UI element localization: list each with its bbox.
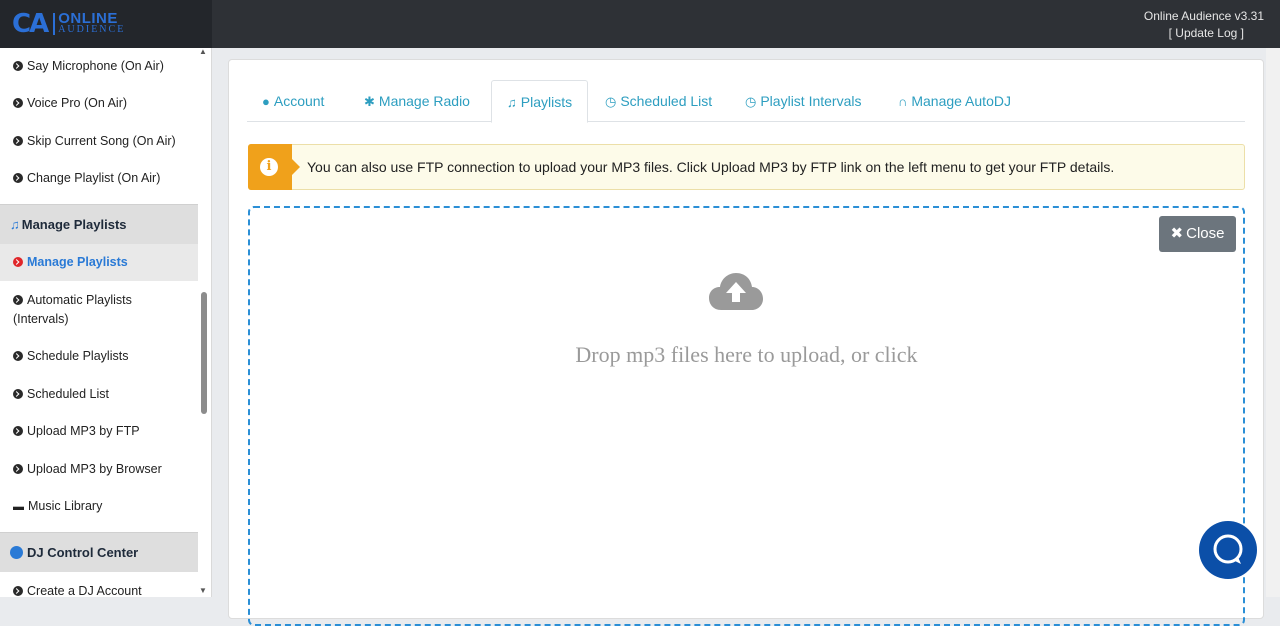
version-info: Online Audience v3.31 [ Update Log ] (1144, 8, 1264, 42)
gear-icon: ✱ (364, 94, 375, 109)
chat-bubble-icon (1213, 534, 1243, 564)
logo-mark: CA (12, 9, 49, 39)
tab-playlists[interactable]: ♫ Playlists (491, 80, 589, 123)
sidebar-scrollbar[interactable]: ▲ ▼ (199, 48, 209, 597)
sidebar-item-music-library[interactable]: ▬ Music Library (0, 497, 198, 517)
chevron-circle-icon (13, 173, 23, 183)
chevron-circle-icon (13, 351, 23, 361)
cloud-upload-icon (709, 273, 763, 310)
sidebar-section-dj-control[interactable]: DJ Control Center (0, 532, 198, 572)
chevron-circle-icon (13, 426, 23, 436)
chevron-circle-icon (13, 61, 23, 71)
scroll-up-icon[interactable]: ▲ (199, 48, 207, 56)
alert-icon-box: i (248, 144, 300, 190)
alert-text: You can also use FTP connection to uploa… (307, 159, 1115, 175)
info-icon: i (260, 158, 278, 176)
mp3-dropzone[interactable]: ✖ Close Drop mp3 files here to upload, or… (248, 206, 1245, 626)
sidebar-item-automatic-playlists[interactable]: Automatic Playlists (Intervals) (0, 291, 150, 329)
ftp-info-alert: i You can also use FTP connection to upl… (248, 144, 1245, 190)
chevron-circle-icon (13, 295, 23, 305)
update-log-link[interactable]: [ Update Log ] (1144, 25, 1244, 42)
sidebar-item-skip-song[interactable]: Skip Current Song (On Air) (0, 132, 198, 151)
headphones-icon: ∩ (898, 94, 908, 109)
tab-playlist-intervals[interactable]: ◷ Playlist Intervals (730, 80, 877, 122)
tab-manage-radio[interactable]: ✱ Manage Radio (349, 80, 485, 122)
sidebar-item-change-playlist[interactable]: Change Playlist (On Air) (0, 169, 198, 188)
sidebar-item-schedule-playlists[interactable]: Schedule Playlists (0, 347, 198, 366)
logo-area: CA ONLINE AUDIENCE (0, 0, 212, 48)
sidebar-item-create-dj[interactable]: Create a DJ Account (0, 582, 198, 597)
chevron-circle-icon (13, 586, 23, 596)
tab-bar: ● Account ✱ Manage Radio ♫ Playlists ◷ Sched… (247, 80, 1245, 123)
sidebar-section-manage-playlists[interactable]: ♫ Manage Playlists (0, 204, 198, 244)
close-icon: ✖ (1170, 225, 1184, 242)
close-button[interactable]: ✖ Close (1159, 216, 1236, 252)
sidebar-item-voice-pro[interactable]: Voice Pro (On Air) (0, 94, 198, 113)
sidebar-item-say-microphone[interactable]: Say Microphone (On Air) (0, 57, 198, 76)
scroll-down-icon[interactable]: ▼ (199, 586, 207, 595)
main-panel: ● Account ✱ Manage Radio ♫ Playlists ◷ Sched… (228, 59, 1264, 626)
dropzone-message: Drop mp3 files here to upload, or click (575, 342, 918, 367)
sidebar-item-upload-browser[interactable]: Upload MP3 by Browser (0, 460, 198, 479)
sidebar-item-scheduled-list[interactable]: Scheduled List (0, 385, 198, 404)
logo-line1: ONLINE (58, 10, 118, 27)
chevron-circle-icon (13, 389, 23, 399)
logo[interactable]: CA ONLINE AUDIENCE (12, 8, 125, 40)
chevron-circle-icon (13, 98, 23, 108)
tab-manage-autodj[interactable]: ∩ Manage AutoDJ (883, 80, 1026, 122)
chevron-circle-icon (13, 257, 23, 267)
chevron-circle-icon (13, 136, 23, 146)
tab-account[interactable]: ● Account (247, 80, 339, 122)
user-circle-icon (10, 546, 23, 559)
user-circle-icon: ● (262, 94, 270, 109)
music-note-icon: ♫ (507, 95, 517, 110)
chevron-circle-icon (13, 464, 23, 474)
clock-icon: ◷ (605, 94, 617, 109)
chat-button[interactable] (1199, 521, 1257, 579)
clock-icon: ◷ (745, 94, 757, 109)
logo-line2: AUDIENCE (58, 24, 126, 35)
top-bar: CA ONLINE AUDIENCE Online Audience v3.31… (0, 0, 1280, 48)
tab-scheduled-list[interactable]: ◷ Scheduled List (590, 80, 727, 122)
music-note-icon: ♫ (10, 217, 20, 232)
folder-open-icon: ▬ (13, 501, 24, 513)
sidebar-item-upload-ftp[interactable]: Upload MP3 by FTP (0, 422, 198, 441)
sidebar: Say Microphone (On Air) Voice Pro (On Ai… (0, 48, 212, 597)
sidebar-scroll-thumb[interactable] (201, 292, 207, 414)
logo-text: ONLINE AUDIENCE (53, 10, 126, 35)
version-label: Online Audience v3.31 (1143, 9, 1264, 23)
page-scrollbar[interactable] (1266, 48, 1280, 597)
sidebar-item-manage-playlists[interactable]: Manage Playlists (0, 244, 198, 281)
